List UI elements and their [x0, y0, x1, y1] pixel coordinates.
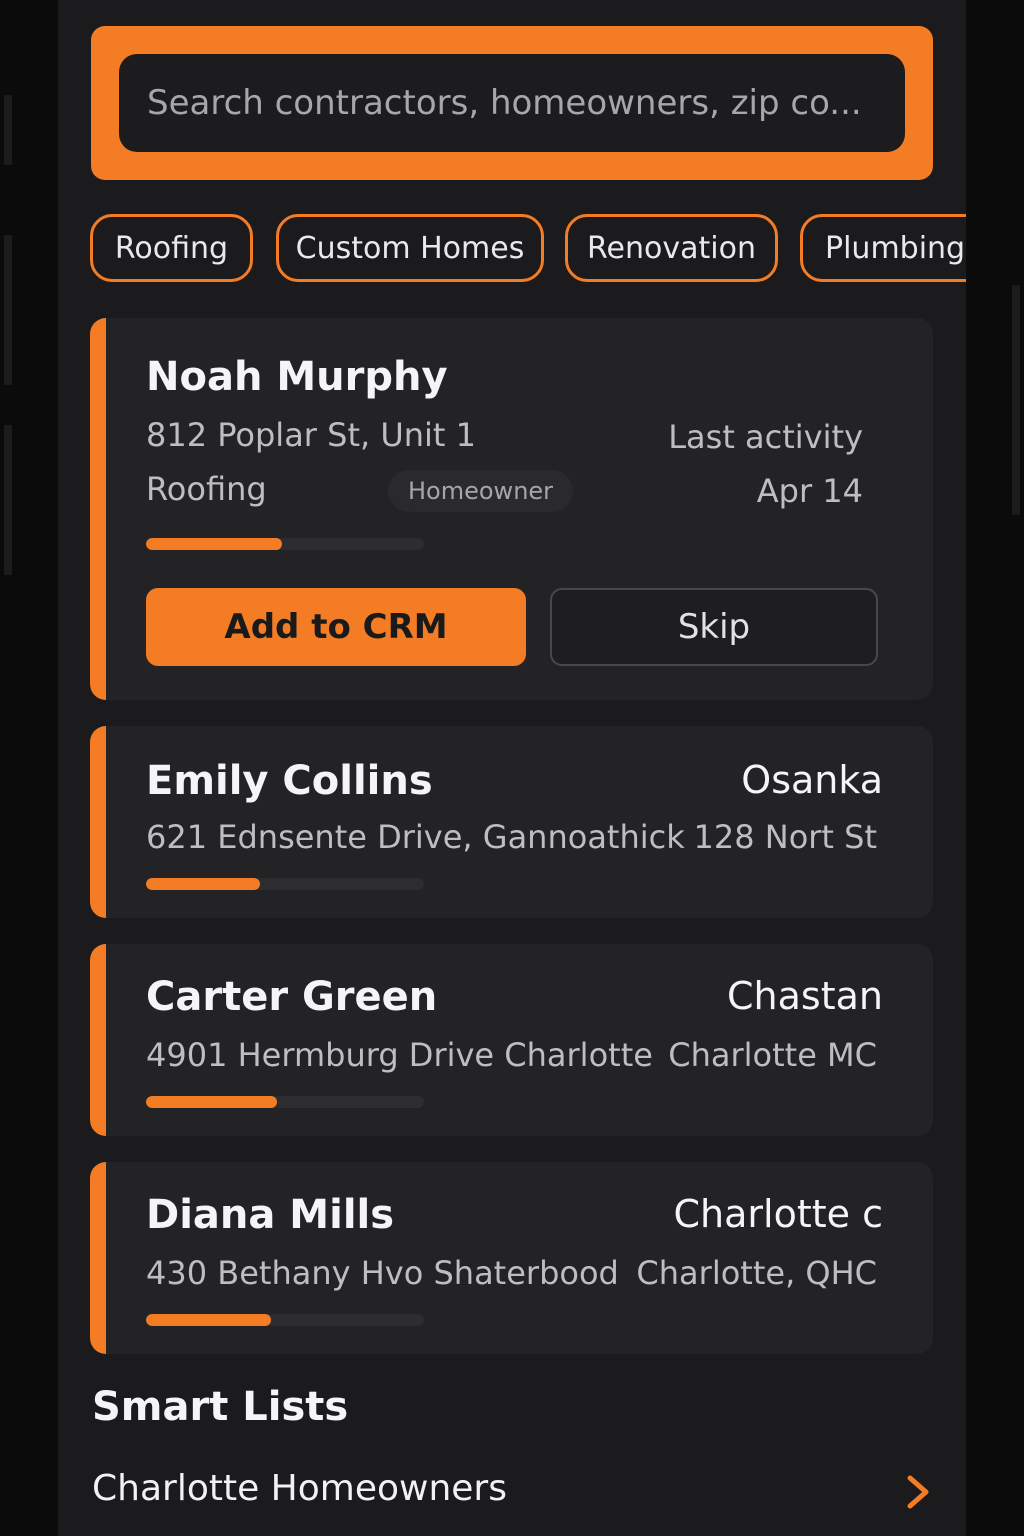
- card-accent: [90, 1162, 106, 1354]
- filter-chip-renovation[interactable]: Renovation: [565, 214, 778, 282]
- lead-type-badge: Homeowner: [388, 470, 574, 512]
- lead-location-title: Charlotte c: [673, 1192, 883, 1236]
- filter-chip-custom-homes[interactable]: Custom Homes: [276, 214, 544, 282]
- lead-progress-bar: [146, 1096, 424, 1108]
- search-input[interactable]: [147, 83, 905, 123]
- power-button: [1012, 285, 1020, 515]
- smart-lists-title: Smart Lists: [92, 1384, 349, 1430]
- lead-card[interactable]: Carter Green 4901 Hermburg Drive Charlot…: [90, 944, 933, 1136]
- skip-button[interactable]: Skip: [550, 588, 878, 666]
- app-screen: Roofing Custom Homes Renovation Plumbing…: [58, 0, 966, 1536]
- lead-location-sub: Charlotte, QHC: [636, 1254, 877, 1292]
- last-activity-date: Apr 14: [756, 472, 863, 510]
- filter-chip-plumbing[interactable]: Plumbing: [800, 214, 966, 282]
- last-activity-label: Last activity: [668, 418, 863, 456]
- mute-switch: [4, 95, 12, 165]
- lead-location-title: Chastan: [727, 974, 883, 1018]
- lead-location-sub: Charlotte MC: [668, 1036, 877, 1074]
- lead-address: 812 Poplar St, Unit 1: [146, 416, 476, 454]
- volume-down-button: [4, 425, 12, 575]
- lead-address: 621 Ednsente Drive, Gannoathick: [146, 818, 685, 856]
- lead-card[interactable]: Noah Murphy 812 Poplar St, Unit 1 Roofin…: [90, 318, 933, 700]
- filter-chips: Roofing Custom Homes Renovation Plumbing: [90, 214, 966, 282]
- lead-name: Noah Murphy: [146, 354, 448, 400]
- progress-fill: [146, 1096, 277, 1108]
- add-to-crm-button[interactable]: Add to CRM: [146, 588, 526, 666]
- search-container: [91, 26, 933, 180]
- filter-chip-label: Custom Homes: [295, 230, 525, 266]
- progress-fill: [146, 878, 260, 890]
- lead-name: Emily Collins: [146, 758, 433, 804]
- lead-progress-bar: [146, 878, 424, 890]
- lead-address: 430 Bethany Hvo Shaterbood: [146, 1254, 619, 1292]
- card-accent: [90, 944, 106, 1136]
- lead-location-sub: 128 Nort St: [693, 818, 878, 856]
- lead-progress-bar: [146, 1314, 424, 1326]
- chevron-right-icon[interactable]: [904, 1472, 932, 1512]
- smart-list-item[interactable]: Charlotte Homeowners: [92, 1462, 932, 1522]
- lead-card[interactable]: Diana Mills 430 Bethany Hvo Shaterbood C…: [90, 1162, 933, 1354]
- lead-progress-bar: [146, 538, 424, 550]
- badge-label: Homeowner: [408, 477, 554, 505]
- lead-category: Roofing: [146, 470, 267, 508]
- card-accent: [90, 318, 106, 700]
- progress-fill: [146, 538, 283, 550]
- progress-fill: [146, 1314, 272, 1326]
- lead-address: 4901 Hermburg Drive Charlotte: [146, 1036, 653, 1074]
- lead-card[interactable]: Emily Collins 621 Ednsente Drive, Gannoa…: [90, 726, 933, 918]
- filter-chip-roofing[interactable]: Roofing: [90, 214, 253, 282]
- lead-name: Carter Green: [146, 974, 438, 1020]
- smart-list-label: Charlotte Homeowners: [92, 1468, 507, 1509]
- lead-name: Diana Mills: [146, 1192, 395, 1238]
- filter-chip-label: Plumbing: [825, 230, 966, 266]
- filter-chip-label: Renovation: [587, 230, 756, 266]
- search-field[interactable]: [119, 54, 905, 152]
- phone-frame: Roofing Custom Homes Renovation Plumbing…: [0, 0, 1024, 1536]
- filter-chip-label: Roofing: [114, 230, 229, 266]
- lead-location-title: Osanka: [741, 758, 883, 802]
- card-accent: [90, 726, 106, 918]
- volume-up-button: [4, 235, 12, 385]
